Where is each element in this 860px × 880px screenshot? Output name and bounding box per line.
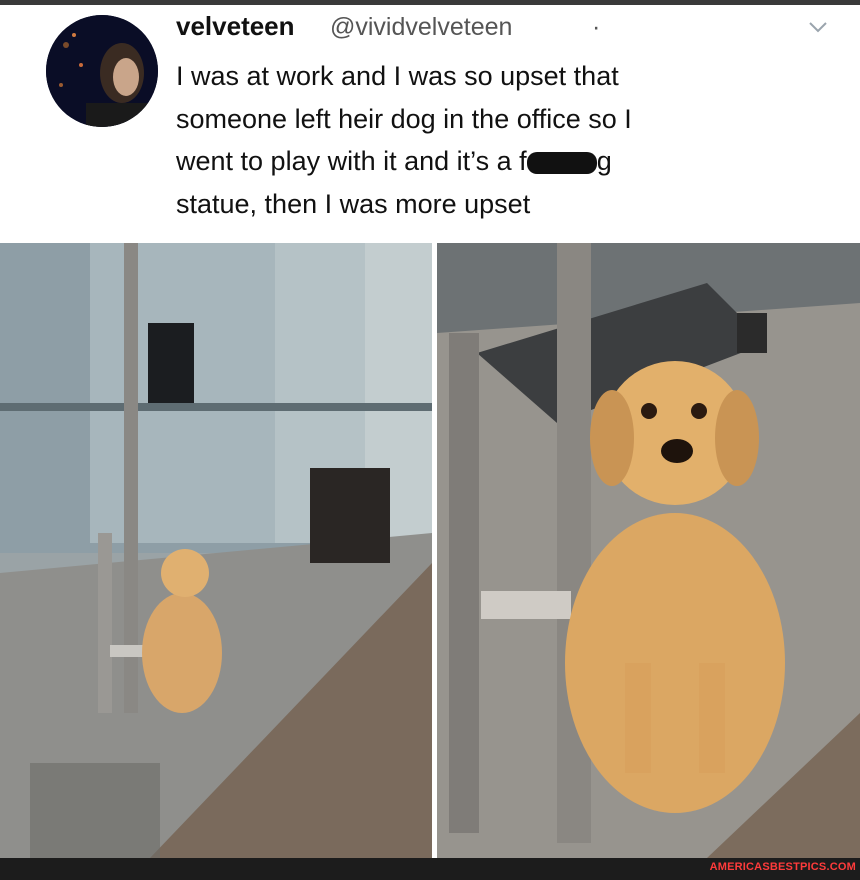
avatar[interactable] [46, 15, 158, 127]
tweet-line-2: someone left heir dog in the office so I [176, 103, 632, 134]
redaction-mark [526, 151, 597, 174]
tweet-text: I was at work and I was so upset that so… [176, 55, 816, 225]
tweet-line-3-suffix: g [596, 146, 612, 176]
chevron-down-icon[interactable] [806, 15, 830, 39]
tweet-line-3-prefix: went to play with it and it’s a f [176, 146, 527, 176]
footer-bar: AMERICASBESTPICS.COM [0, 858, 860, 880]
tweet-line-3: went to play with it and it’s a f g [176, 140, 816, 183]
photo-left[interactable] [0, 243, 432, 858]
display-name[interactable]: velveteen [176, 11, 295, 42]
tweet-line-1: I was at work and I was so upset that [176, 61, 619, 91]
watermark-text: AMERICASBESTPICS.COM [709, 861, 856, 873]
photo-right[interactable] [437, 243, 860, 858]
separator-dot: · [592, 13, 601, 41]
tweet-card: velveteen @vividvelveteen · I was at wor… [0, 5, 860, 243]
photo-grid [0, 243, 860, 858]
tweet-line-4: statue, then I was more upset [176, 188, 531, 219]
user-handle[interactable]: @vividvelveteen [330, 13, 512, 42]
